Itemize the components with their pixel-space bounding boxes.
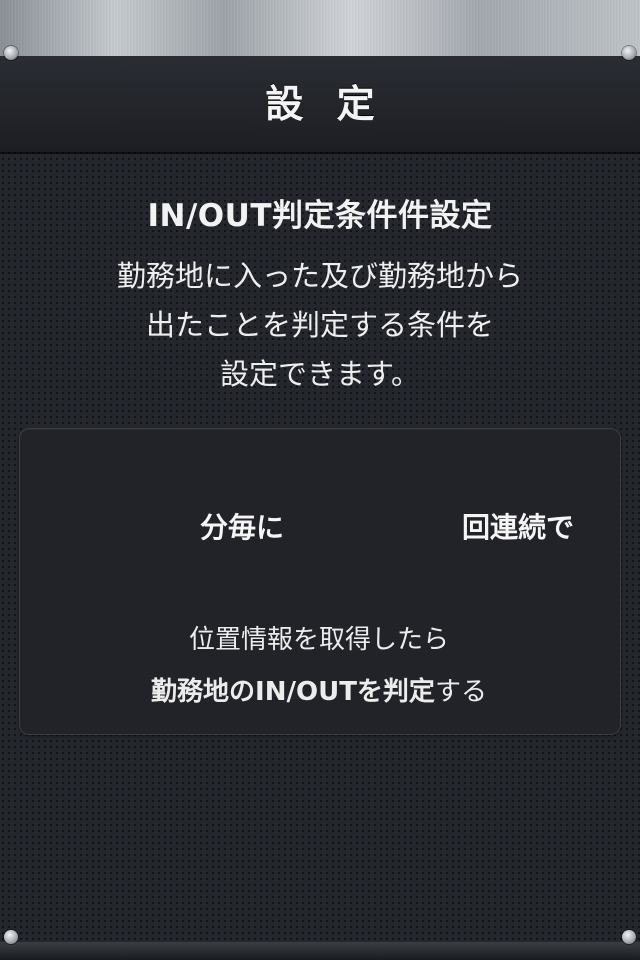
condition-description: 位置情報を取得したら 勤務地のIN/OUTを判定する bbox=[19, 614, 619, 718]
condition-description-normal: する bbox=[434, 677, 487, 707]
description-line: 勤務地に入った及び勤務地から bbox=[116, 259, 523, 293]
minutes-interval-label: 分毎に bbox=[200, 511, 285, 544]
condition-description-bold: 勤務地のIN/OUTを判定 bbox=[151, 677, 435, 707]
settings-screen: 設 定 IN/OUT判定条件件設定 勤務地に入った及び勤務地から 出たことを判定… bbox=[0, 0, 640, 960]
screw-icon bbox=[622, 930, 636, 944]
description-line: 設定できます。 bbox=[219, 357, 421, 391]
page-title: 設 定 bbox=[265, 82, 385, 126]
consecutive-count-label: 回連続で bbox=[462, 511, 575, 544]
metal-top-frame bbox=[0, 0, 640, 60]
description-line: 出たことを判定する条件を bbox=[145, 308, 494, 342]
condition-description-line: 位置情報を取得したら bbox=[188, 625, 449, 655]
metal-bottom-frame bbox=[0, 942, 640, 960]
section-description: 勤務地に入った及び勤務地から 出たことを判定する条件を 設定できます。 bbox=[0, 252, 640, 399]
condition-description-line: 勤務地のIN/OUTを判定する bbox=[19, 666, 619, 718]
section-title: IN/OUT判定条件件設定 bbox=[147, 198, 493, 234]
screw-icon bbox=[4, 930, 18, 944]
